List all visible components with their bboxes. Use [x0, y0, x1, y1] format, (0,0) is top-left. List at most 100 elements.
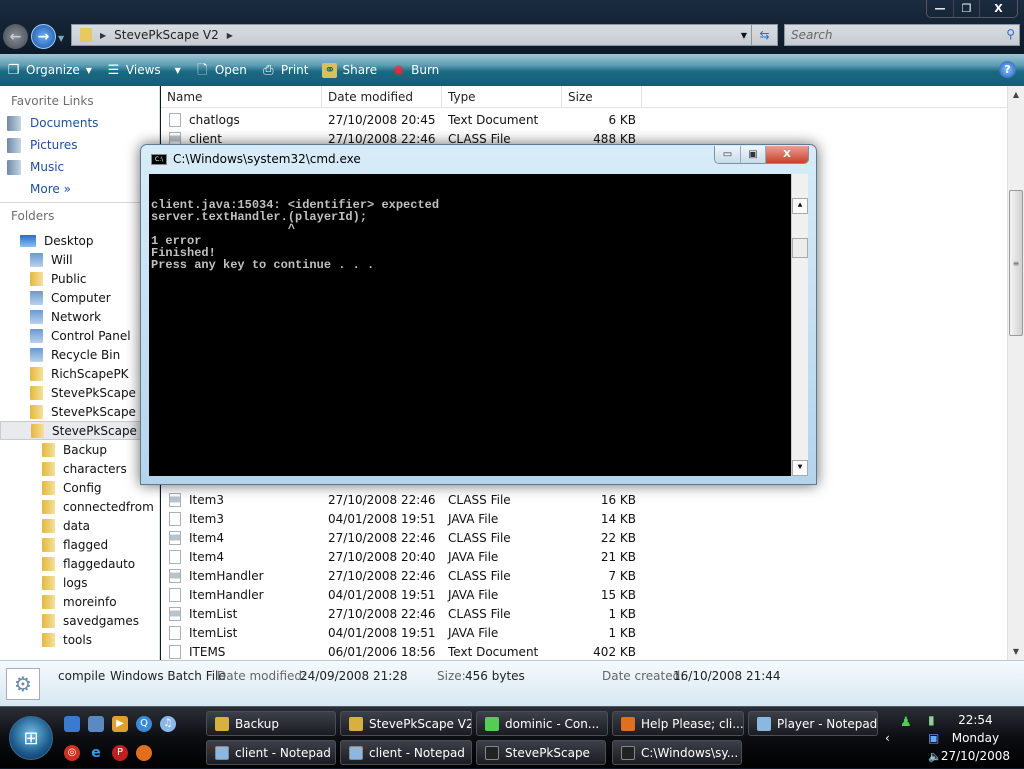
cmd-maximize-button[interactable]: ▣	[740, 146, 765, 163]
breadcrumb-separator-icon[interactable]: ▶	[100, 31, 106, 40]
folder-tree-item[interactable]: Network	[0, 307, 160, 326]
switch-windows-icon[interactable]	[88, 716, 104, 732]
cmd-window[interactable]: C:\ C:\Windows\system32\cmd.exe ▭ ▣ X cl…	[140, 144, 817, 485]
recent-pages-dropdown[interactable]: ▼	[58, 34, 64, 43]
share-button[interactable]: ⚭ Share	[322, 62, 377, 78]
favorite-link-documents[interactable]: Documents	[0, 112, 159, 134]
folder-tree-item[interactable]: characters	[0, 459, 160, 478]
folder-tree-item[interactable]: tools	[0, 630, 160, 649]
file-row[interactable]: Item3 04/01/2008 19:51 JAVA File 14 KB	[161, 509, 1007, 528]
folder-tree-item[interactable]: data	[0, 516, 160, 535]
cmd-titlebar[interactable]: C:\ C:\Windows\system32\cmd.exe	[151, 152, 361, 166]
console-scroll-down-icon[interactable]: ▼	[792, 460, 808, 476]
file-row[interactable]: ITEMS 06/01/2006 18:56 Text Document 402 KB	[161, 642, 1007, 661]
file-row[interactable]: ItemList 04/01/2008 19:51 JAVA File 1 KB	[161, 623, 1007, 642]
scrollbar-thumb[interactable]: ≡	[1009, 190, 1023, 336]
taskbar-button[interactable]: Backup	[206, 711, 336, 736]
back-button[interactable]: ←	[3, 24, 28, 49]
column-header-size[interactable]: Size	[562, 86, 642, 107]
file-row[interactable]: ItemList 27/10/2008 22:46 CLASS File 1 KB	[161, 604, 1007, 623]
console-scrollbar[interactable]: ▲ ▼	[791, 174, 808, 476]
console-scroll-up-icon[interactable]: ▲	[792, 198, 808, 214]
folder-tree-item[interactable]: logs	[0, 573, 160, 592]
folders-header[interactable]: Folders	[0, 205, 159, 227]
file-row[interactable]: Item4 27/10/2008 20:40 JAVA File 21 KB	[161, 547, 1007, 566]
taskbar-button[interactable]: Player - Notepad	[748, 711, 878, 736]
column-header-type[interactable]: Type	[442, 86, 562, 107]
media-player-icon[interactable]: ▶	[112, 716, 128, 732]
cmd-close-button[interactable]: X	[765, 146, 808, 163]
folder-tree-item[interactable]: Recycle Bin	[0, 345, 160, 364]
folder-tree-item[interactable]: Control Panel	[0, 326, 160, 345]
taskbar-button[interactable]: C:\Windows\sy...	[612, 740, 742, 765]
folder-tree-item[interactable]: StevePkScape V2	[0, 421, 160, 440]
views-button[interactable]: ☰ Views ▼	[106, 63, 181, 78]
folder-tree-item[interactable]: Public	[0, 269, 160, 288]
folder-tree-item[interactable]: Computer	[0, 288, 160, 307]
maximize-button[interactable]: ❐	[953, 0, 979, 17]
show-desktop-icon[interactable]	[64, 716, 80, 732]
file-row[interactable]: ItemHandler 04/01/2008 19:51 JAVA File 15 K…	[161, 585, 1007, 604]
folder-tree-item[interactable]: Backup	[0, 440, 160, 459]
scroll-down-arrow-icon[interactable]: ▼	[1008, 643, 1024, 660]
show-hidden-icons-chevron-icon[interactable]: ‹	[885, 731, 890, 745]
itunes-icon[interactable]: ♫	[160, 716, 176, 732]
folder-tree-item[interactable]: StevePkScape	[0, 383, 160, 402]
folder-tree-item[interactable]: flagged	[0, 535, 160, 554]
print-button[interactable]: ⎙ Print	[261, 63, 308, 78]
favorite-link-pictures[interactable]: Pictures	[0, 134, 159, 156]
organize-button[interactable]: ❐ Organize ▼	[6, 63, 92, 78]
taskbar-button[interactable]: dominic - Con...	[476, 711, 608, 736]
power-icon[interactable]: ▮	[928, 713, 935, 727]
app-red-icon[interactable]: ◎	[64, 745, 80, 761]
favorite-link-music[interactable]: Music	[0, 156, 159, 178]
breadcrumb-separator-icon[interactable]: ▶	[227, 31, 233, 40]
column-header-name[interactable]: Name	[161, 86, 322, 107]
folder-tree-item[interactable]: RichScapePK	[0, 364, 160, 383]
search-icon[interactable]: ⚲	[1006, 27, 1015, 41]
folder-tree-item[interactable]: flaggedauto	[0, 554, 160, 573]
file-list-scrollbar[interactable]: ▲ ≡ ▼	[1007, 86, 1024, 660]
taskbar-button[interactable]: StevePkScape	[476, 740, 606, 765]
volume-icon[interactable]: 🔈	[928, 750, 942, 763]
app-p-icon[interactable]: P	[112, 745, 128, 761]
folder-tree-item[interactable]: connectedfrom	[0, 497, 160, 516]
folder-tree-item[interactable]: Will	[0, 250, 160, 269]
more-links-button[interactable]: More »	[0, 178, 159, 200]
start-button[interactable]: ⊞	[9, 716, 53, 760]
refresh-button[interactable]: ⇆	[751, 25, 777, 45]
folder-tree-item[interactable]: StevePkScape Cli	[0, 402, 160, 421]
taskbar-button[interactable]: StevePkScape V2	[340, 711, 472, 736]
firefox-icon[interactable]	[136, 745, 152, 761]
search-input[interactable]: Search ⚲	[784, 24, 1020, 46]
messenger-status-icon[interactable]: ♟	[900, 715, 912, 730]
folder-tree-item[interactable]: savedgames	[0, 611, 160, 630]
internet-explorer-icon[interactable]: e	[88, 745, 104, 761]
forward-button[interactable]: →	[31, 24, 56, 49]
cmd-minimize-button[interactable]: ▭	[715, 146, 740, 163]
address-bar[interactable]: ▶ StevePkScape V2 ▶ ▼ ⇆	[71, 24, 778, 46]
file-row[interactable]: Item4 27/10/2008 22:46 CLASS File 22 KB	[161, 528, 1007, 547]
clock[interactable]: 22:54 Monday 27/10/2008	[941, 711, 1010, 765]
folder-tree-item[interactable]: Desktop	[0, 231, 160, 250]
column-header-date-modified[interactable]: Date modified	[322, 86, 442, 107]
taskbar-button[interactable]: Help Please; cli...	[612, 711, 744, 736]
open-button[interactable]: 🗋 Open	[195, 63, 247, 78]
network-status-icon[interactable]: ▣	[928, 731, 939, 745]
address-dropdown-icon[interactable]: ▼	[741, 31, 747, 40]
file-row[interactable]: ItemHandler 27/10/2008 22:46 CLASS File 7 K…	[161, 566, 1007, 585]
breadcrumb-item[interactable]: StevePkScape V2	[114, 28, 219, 42]
minimize-button[interactable]: —	[927, 0, 953, 17]
console-scrollbar-thumb[interactable]	[792, 238, 808, 258]
taskbar-button[interactable]: client - Notepad	[206, 740, 336, 765]
file-row[interactable]: chatlogs 27/10/2008 20:45 Text Document 6 K…	[161, 110, 1007, 129]
file-row[interactable]: Item3 27/10/2008 22:46 CLASS File 16 KB	[161, 490, 1007, 509]
quicktime-icon[interactable]: Q	[136, 716, 152, 732]
folder-tree-item[interactable]: Config	[0, 478, 160, 497]
folder-tree-item[interactable]: moreinfo	[0, 592, 160, 611]
scroll-up-arrow-icon[interactable]: ▲	[1008, 86, 1024, 103]
taskbar-button[interactable]: client - Notepad	[340, 740, 472, 765]
help-button[interactable]: ?	[999, 61, 1016, 78]
burn-button[interactable]: ◉ Burn	[391, 63, 439, 78]
console-output-area[interactable]: client.java:15034: <identifier> expected…	[149, 174, 808, 476]
